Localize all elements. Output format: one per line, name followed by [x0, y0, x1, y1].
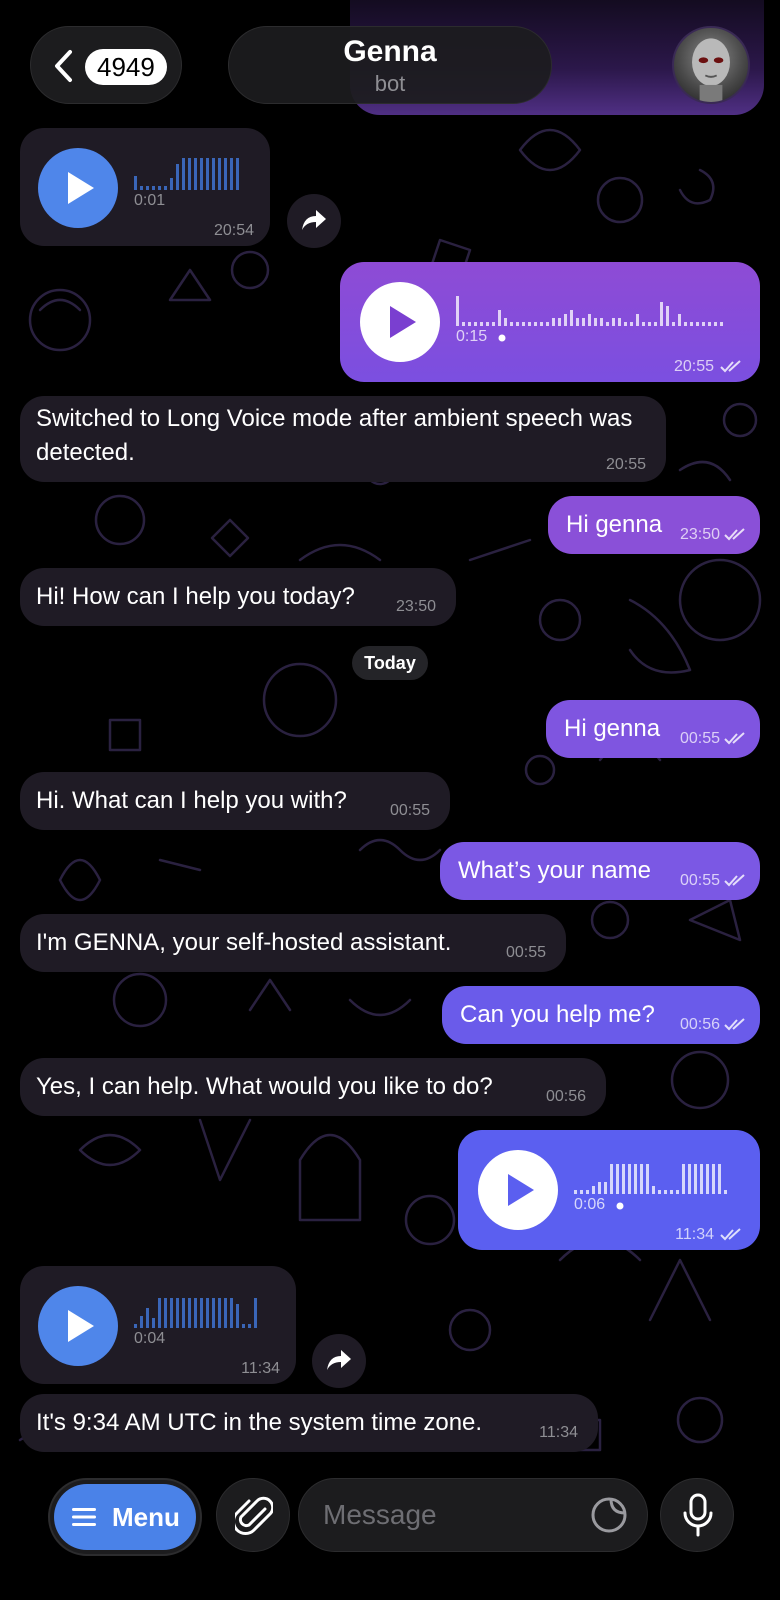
bot-menu-button[interactable]: Menu — [48, 1478, 202, 1556]
voice-record-button[interactable] — [660, 1478, 734, 1552]
chat-status: bot — [374, 71, 406, 96]
play-icon — [68, 172, 94, 204]
hamburger-icon — [72, 1508, 96, 1526]
chat-screen: 4949 Genna bot 0:01 20:54 0:15 20:55 Swi… — [0, 0, 780, 1600]
message-time: 11:34 — [539, 1424, 578, 1441]
robot-face-icon — [692, 38, 730, 102]
message-bubble-incoming[interactable]: It's 9:34 AM UTC in the system time zone… — [20, 1394, 598, 1452]
voice-waveform[interactable] — [574, 1160, 734, 1194]
play-button[interactable] — [478, 1150, 558, 1230]
message-bubble-outgoing[interactable]: What’s your name 00:55 — [440, 842, 760, 900]
menu-label: Menu — [112, 1502, 180, 1532]
message-time: 00:56 — [679, 1016, 720, 1033]
message-bubble-incoming[interactable]: 0:01 20:54 — [20, 128, 270, 246]
message-time: 23:50 — [395, 598, 436, 615]
sticker-icon[interactable] — [591, 1497, 627, 1533]
chat-name: Genna — [343, 35, 437, 68]
date-separator: Today — [352, 646, 428, 680]
message-bubble-outgoing[interactable]: Hi genna 00:55 — [546, 700, 760, 758]
message-text: Hi. What can I help you with? — [36, 787, 347, 814]
message-bubble-incoming[interactable]: Hi. What can I help you with? 00:55 — [20, 772, 450, 830]
message-text: Can you help me? — [460, 1001, 655, 1028]
paperclip-icon — [235, 1496, 273, 1535]
message-time: 00:55 — [679, 872, 720, 889]
share-arrow-icon — [327, 1350, 351, 1370]
message-bubble-outgoing[interactable]: 0:15 20:55 — [340, 262, 760, 382]
chat-title[interactable]: Genna bot — [228, 26, 552, 104]
voice-waveform[interactable] — [134, 156, 244, 190]
read-receipt-icon — [724, 528, 745, 541]
forward-button[interactable] — [312, 1334, 366, 1388]
read-receipt-icon — [720, 360, 741, 373]
read-receipt-icon — [720, 1228, 741, 1241]
play-icon — [390, 306, 416, 338]
message-bubble-incoming[interactable]: 0:04 11:34 — [20, 1266, 296, 1384]
message-time: 00:55 — [505, 944, 546, 961]
message-bubble-outgoing[interactable]: Can you help me? 00:56 — [442, 986, 760, 1044]
message-input[interactable]: Message — [298, 1478, 648, 1552]
play-icon — [68, 1310, 94, 1342]
message-placeholder: Message — [323, 1499, 437, 1530]
voice-duration: 0:06 — [574, 1196, 606, 1213]
message-time: 20:55 — [673, 358, 714, 375]
message-text: Yes, I can help. What would you like to … — [36, 1073, 493, 1100]
message-text: Hi genna — [564, 715, 661, 742]
unplayed-dot-icon — [498, 334, 506, 342]
voice-duration: 0:15 — [456, 328, 488, 345]
play-button[interactable] — [360, 282, 440, 362]
voice-waveform[interactable] — [134, 1294, 264, 1328]
back-button[interactable]: 4949 — [30, 26, 182, 104]
message-time: 00:56 — [545, 1088, 586, 1105]
unplayed-dot-icon — [616, 1202, 624, 1210]
message-time: 00:55 — [389, 802, 430, 819]
message-time: 20:55 — [605, 456, 646, 473]
play-button[interactable] — [38, 148, 118, 228]
message-time: 23:50 — [679, 526, 720, 543]
message-text: Hi genna — [566, 511, 663, 538]
attach-button[interactable] — [216, 1478, 290, 1552]
message-bubble-incoming[interactable]: I'm GENNA, your self-hosted assistant. 0… — [20, 914, 566, 972]
voice-waveform[interactable] — [456, 292, 728, 326]
read-receipt-icon — [724, 732, 745, 745]
play-icon — [508, 1174, 534, 1206]
message-text: What’s your name — [458, 857, 651, 884]
voice-duration: 0:01 — [134, 192, 166, 209]
message-time: 11:34 — [675, 1226, 714, 1243]
message-time: 00:55 — [679, 730, 720, 747]
microphone-icon — [683, 1493, 713, 1537]
message-time: 20:54 — [213, 222, 254, 239]
play-button[interactable] — [38, 1286, 118, 1366]
read-receipt-icon — [724, 874, 745, 887]
message-bubble-incoming[interactable]: Switched to Long Voice mode after ambien… — [20, 396, 666, 482]
message-text: Switched to Long Voice mode after ambien… — [36, 405, 633, 466]
share-arrow-icon — [302, 210, 326, 230]
message-time: 11:34 — [241, 1360, 280, 1377]
message-bubble-outgoing[interactable]: Hi genna 23:50 — [548, 496, 760, 554]
message-text: Hi! How can I help you today? — [36, 583, 355, 610]
unread-count-badge: 4949 — [85, 49, 167, 85]
forward-button[interactable] — [287, 194, 341, 248]
read-receipt-icon — [724, 1018, 745, 1031]
voice-duration: 0:04 — [134, 1330, 166, 1347]
message-bubble-incoming[interactable]: Hi! How can I help you today? 23:50 — [20, 568, 456, 626]
message-text: I'm GENNA, your self-hosted assistant. — [36, 929, 452, 956]
message-text: It's 9:34 AM UTC in the system time zone… — [36, 1409, 483, 1436]
message-bubble-incoming[interactable]: Yes, I can help. What would you like to … — [20, 1058, 606, 1116]
chevron-left-icon — [55, 50, 72, 82]
bot-menu-pill: Menu — [54, 1484, 196, 1550]
bot-avatar[interactable] — [672, 26, 750, 104]
message-bubble-outgoing[interactable]: 0:06 11:34 — [458, 1130, 760, 1250]
